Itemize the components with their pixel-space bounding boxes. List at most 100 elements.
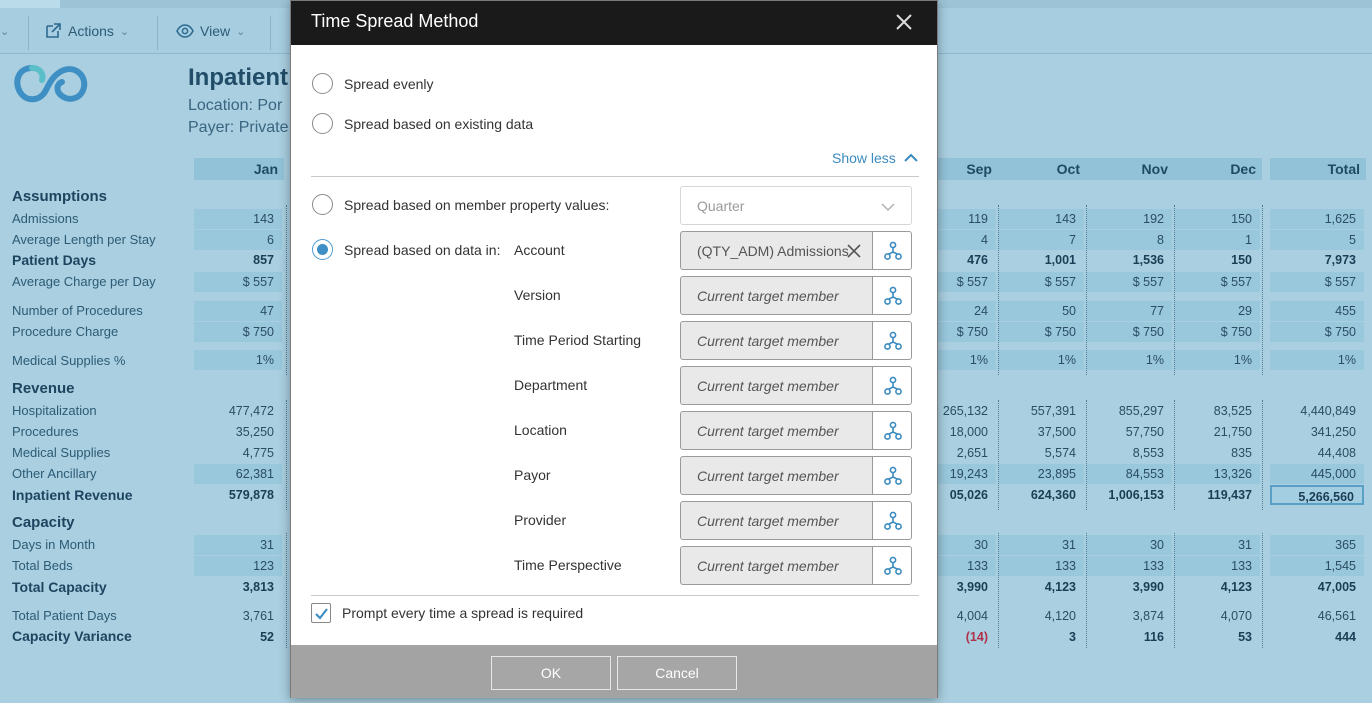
grid-cell-sep-capacity-variance[interactable]: (14) xyxy=(938,627,996,647)
grid-cell-nov-days-in-month[interactable]: 30 xyxy=(1086,535,1172,555)
grid-cell-sep-hospitalization[interactable]: 265,132 xyxy=(938,401,996,421)
grid-cell-oct-admissions[interactable]: 143 xyxy=(998,209,1084,229)
grid-cell-nov-admissions[interactable]: 192 xyxy=(1086,209,1172,229)
grid-cell-dec-alos[interactable]: 1 xyxy=(1174,230,1260,250)
grid-cell-total-total-capacity[interactable]: 47,005 xyxy=(1270,577,1364,597)
grid-cell-total-num-procedures[interactable]: 455 xyxy=(1270,301,1364,321)
member-field-version[interactable]: Current target member xyxy=(680,276,873,315)
member-field-provider[interactable]: Current target member xyxy=(680,501,873,540)
cancel-button[interactable]: Cancel xyxy=(617,656,737,690)
grid-cell-oct-other-ancillary[interactable]: 23,895 xyxy=(998,464,1084,484)
grid-cell-jan-med-supplies-pct[interactable]: 1% xyxy=(194,350,282,370)
grid-cell-sep-avg-charge[interactable]: $ 557 xyxy=(938,272,996,292)
member-field-account[interactable]: (QTY_ADM) Admissions xyxy=(680,231,873,270)
grid-cell-sep-alos[interactable]: 4 xyxy=(938,230,996,250)
grid-cell-sep-medical-supplies[interactable]: 2,651 xyxy=(938,443,996,463)
grid-cell-total-procedure-charge[interactable]: $ 750 xyxy=(1270,322,1364,342)
grid-cell-oct-avg-charge[interactable]: $ 557 xyxy=(998,272,1084,292)
member-picker-button-account[interactable] xyxy=(872,231,912,270)
grid-cell-dec-capacity-variance[interactable]: 53 xyxy=(1174,627,1260,647)
grid-cell-jan-other-ancillary[interactable]: 62,381 xyxy=(194,464,282,484)
grid-cell-dec-med-supplies-pct[interactable]: 1% xyxy=(1174,350,1260,370)
grid-cell-nov-procedure-charge[interactable]: $ 750 xyxy=(1086,322,1172,342)
grid-cell-oct-capacity-variance[interactable]: 3 xyxy=(998,627,1084,647)
grid-cell-sep-procedures[interactable]: 18,000 xyxy=(938,422,996,442)
member-picker-button-provider[interactable] xyxy=(872,501,912,540)
grid-cell-total-admissions[interactable]: 1,625 xyxy=(1270,209,1364,229)
grid-cell-sep-total-capacity[interactable]: 3,990 xyxy=(938,577,996,597)
grid-cell-total-alos[interactable]: 5 xyxy=(1270,230,1364,250)
grid-cell-dec-inpatient-revenue[interactable]: 119,437 xyxy=(1174,485,1260,505)
grid-cell-total-other-ancillary[interactable]: 445,000 xyxy=(1270,464,1364,484)
grid-cell-oct-procedure-charge[interactable]: $ 750 xyxy=(998,322,1084,342)
grid-cell-nov-procedures[interactable]: 57,750 xyxy=(1086,422,1172,442)
grid-cell-nov-avg-charge[interactable]: $ 557 xyxy=(1086,272,1172,292)
radio-spread-member-property[interactable] xyxy=(312,194,333,215)
grid-cell-jan-total-beds[interactable]: 123 xyxy=(194,556,282,576)
grid-cell-total-inpatient-revenue[interactable]: 5,266,560 xyxy=(1270,485,1364,505)
grid-cell-nov-num-procedures[interactable]: 77 xyxy=(1086,301,1172,321)
member-picker-button-payor[interactable] xyxy=(872,456,912,495)
member-picker-button-time-perspective[interactable] xyxy=(872,546,912,585)
grid-cell-dec-num-procedures[interactable]: 29 xyxy=(1174,301,1260,321)
grid-cell-jan-alos[interactable]: 6 xyxy=(194,230,282,250)
grid-cell-total-days-in-month[interactable]: 365 xyxy=(1270,535,1364,555)
grid-cell-jan-procedures[interactable]: 35,250 xyxy=(194,422,282,442)
grid-cell-total-med-supplies-pct[interactable]: 1% xyxy=(1270,350,1364,370)
grid-cell-oct-patient-days[interactable]: 1,001 xyxy=(998,250,1084,270)
grid-cell-nov-total-beds[interactable]: 133 xyxy=(1086,556,1172,576)
grid-cell-dec-admissions[interactable]: 150 xyxy=(1174,209,1260,229)
member-picker-button-location[interactable] xyxy=(872,411,912,450)
grid-cell-jan-num-procedures[interactable]: 47 xyxy=(194,301,282,321)
grid-cell-jan-avg-charge[interactable]: $ 557 xyxy=(194,272,282,292)
grid-cell-oct-total-capacity[interactable]: 4,123 xyxy=(998,577,1084,597)
grid-cell-dec-other-ancillary[interactable]: 13,326 xyxy=(1174,464,1260,484)
radio-spread-existing[interactable] xyxy=(312,113,333,134)
grid-cell-dec-procedure-charge[interactable]: $ 750 xyxy=(1174,322,1260,342)
grid-cell-total-patient-days[interactable]: 7,973 xyxy=(1270,250,1364,270)
grid-cell-dec-total-beds[interactable]: 133 xyxy=(1174,556,1260,576)
grid-cell-dec-total-capacity[interactable]: 4,123 xyxy=(1174,577,1260,597)
grid-cell-nov-other-ancillary[interactable]: 84,553 xyxy=(1086,464,1172,484)
clear-icon[interactable] xyxy=(846,243,862,259)
grid-cell-nov-capacity-variance[interactable]: 116 xyxy=(1086,627,1172,647)
member-picker-button-time-period-starting[interactable] xyxy=(872,321,912,360)
grid-cell-jan-procedure-charge[interactable]: $ 750 xyxy=(194,322,282,342)
grid-cell-dec-medical-supplies[interactable]: 835 xyxy=(1174,443,1260,463)
grid-cell-total-medical-supplies[interactable]: 44,408 xyxy=(1270,443,1364,463)
grid-cell-dec-procedures[interactable]: 21,750 xyxy=(1174,422,1260,442)
view-menu[interactable]: View ⌄ xyxy=(176,18,245,44)
show-less-toggle[interactable]: Show less xyxy=(832,150,918,166)
grid-cell-oct-medical-supplies[interactable]: 5,574 xyxy=(998,443,1084,463)
grid-cell-sep-num-procedures[interactable]: 24 xyxy=(938,301,996,321)
grid-cell-oct-total-beds[interactable]: 133 xyxy=(998,556,1084,576)
grid-cell-jan-days-in-month[interactable]: 31 xyxy=(194,535,282,555)
grid-cell-jan-admissions[interactable]: 143 xyxy=(194,209,282,229)
grid-cell-dec-days-in-month[interactable]: 31 xyxy=(1174,535,1260,555)
grid-cell-nov-patient-days[interactable]: 1,536 xyxy=(1086,250,1172,270)
grid-cell-sep-other-ancillary[interactable]: 19,243 xyxy=(938,464,996,484)
grid-cell-nov-hospitalization[interactable]: 855,297 xyxy=(1086,401,1172,421)
grid-cell-dec-patient-days[interactable]: 150 xyxy=(1174,250,1260,270)
grid-cell-oct-alos[interactable]: 7 xyxy=(998,230,1084,250)
grid-cell-jan-total-patient-days[interactable]: 3,761 xyxy=(194,606,282,626)
member-picker-button-department[interactable] xyxy=(872,366,912,405)
grid-cell-sep-days-in-month[interactable]: 30 xyxy=(938,535,996,555)
grid-cell-total-avg-charge[interactable]: $ 557 xyxy=(1270,272,1364,292)
member-field-time-period-starting[interactable]: Current target member xyxy=(680,321,873,360)
grid-cell-nov-total-patient-days[interactable]: 3,874 xyxy=(1086,606,1172,626)
grid-cell-total-capacity-variance[interactable]: 444 xyxy=(1270,627,1364,647)
grid-cell-total-hospitalization[interactable]: 4,440,849 xyxy=(1270,401,1364,421)
grid-cell-sep-total-beds[interactable]: 133 xyxy=(938,556,996,576)
member-picker-button-version[interactable] xyxy=(872,276,912,315)
grid-cell-total-procedures[interactable]: 341,250 xyxy=(1270,422,1364,442)
grid-cell-total-total-beds[interactable]: 1,545 xyxy=(1270,556,1364,576)
radio-spread-evenly[interactable] xyxy=(312,73,333,94)
grid-cell-sep-inpatient-revenue[interactable]: 05,026 xyxy=(938,485,996,505)
grid-cell-dec-avg-charge[interactable]: $ 557 xyxy=(1174,272,1260,292)
member-field-payor[interactable]: Current target member xyxy=(680,456,873,495)
member-field-location[interactable]: Current target member xyxy=(680,411,873,450)
actions-menu[interactable]: Actions ⌄ xyxy=(44,18,129,44)
grid-cell-jan-capacity-variance[interactable]: 52 xyxy=(194,627,282,647)
grid-cell-jan-medical-supplies[interactable]: 4,775 xyxy=(194,443,282,463)
